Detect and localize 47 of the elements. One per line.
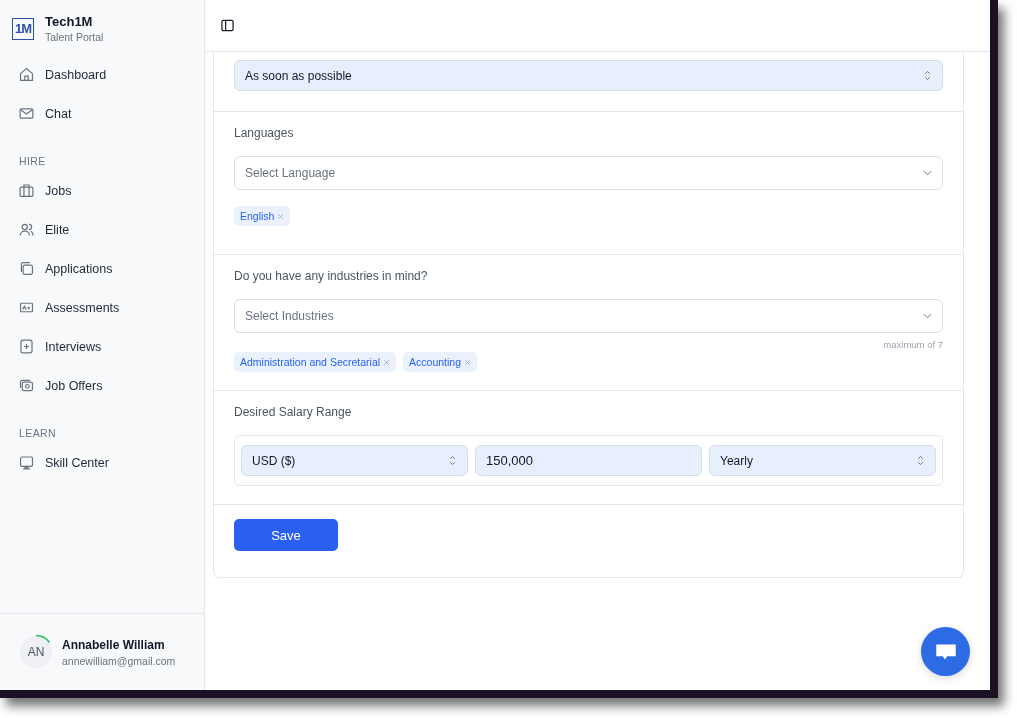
user-name: Annabelle William: [62, 637, 166, 652]
section-heading: LEARN: [18, 426, 57, 441]
period-select[interactable]: Yearly: [709, 445, 936, 476]
availability-select[interactable]: As soon as possible: [234, 60, 943, 91]
salary-amount-field[interactable]: 150,000: [475, 445, 702, 476]
sort-icon: [448, 454, 457, 467]
sidebar-item[interactable]: Assessments: [10, 288, 194, 327]
sidebar-item[interactable]: Interviews: [10, 327, 194, 366]
language-tag: English: [234, 206, 291, 226]
field-label: Do you have any industries in mind?: [234, 269, 429, 283]
brand-subtitle: Talent Portal: [45, 31, 104, 43]
currency-select[interactable]: USD ($): [241, 445, 468, 476]
document-plus-icon: [18, 338, 35, 355]
remove-icon[interactable]: [277, 212, 285, 220]
industry-tag: Accounting: [403, 352, 478, 372]
chat-button[interactable]: [921, 627, 970, 676]
language-select[interactable]: Select Language: [234, 156, 943, 190]
user-email: annewilliam@gmail.com: [62, 654, 176, 667]
sidebar-item[interactable]: Job Offers: [10, 366, 194, 405]
industry-tag: Administration and Secretarial: [234, 352, 397, 372]
remove-icon[interactable]: [383, 358, 391, 366]
sort-icon: [923, 69, 932, 82]
sidebar-item[interactable]: Applications: [10, 249, 194, 288]
users-icon: [18, 221, 35, 238]
sidebar-item[interactable]: Skill Center: [10, 443, 194, 482]
field-hint: maximum of 7: [883, 339, 943, 350]
save-button[interactable]: Save: [234, 519, 338, 551]
logo-icon: 1M: [12, 17, 34, 40]
sidebar-item[interactable]: Dashboard: [10, 55, 194, 94]
industry-select[interactable]: Select Industries: [234, 299, 943, 333]
sidebar-item[interactable]: Elite: [10, 210, 194, 249]
sidebar-item[interactable]: Chat: [10, 94, 194, 133]
chevron-down-icon: [923, 170, 932, 176]
field-label: Desired Salary Range: [234, 405, 353, 419]
section-heading: HIRE: [18, 154, 47, 169]
field-label: Languages: [234, 126, 295, 140]
sidebar-item[interactable]: Jobs: [10, 171, 194, 210]
remove-icon[interactable]: [464, 358, 472, 366]
chevron-down-icon: [923, 313, 932, 319]
sort-icon: [916, 454, 925, 467]
sidebar-toggle-icon[interactable]: [219, 17, 236, 34]
camera-icon: [18, 377, 35, 394]
mail-icon: [18, 105, 35, 122]
user-avatar: AN: [20, 636, 52, 668]
home-icon: [18, 66, 35, 83]
copy-icon: [18, 260, 35, 277]
brand-name: Tech1M: [45, 14, 94, 29]
